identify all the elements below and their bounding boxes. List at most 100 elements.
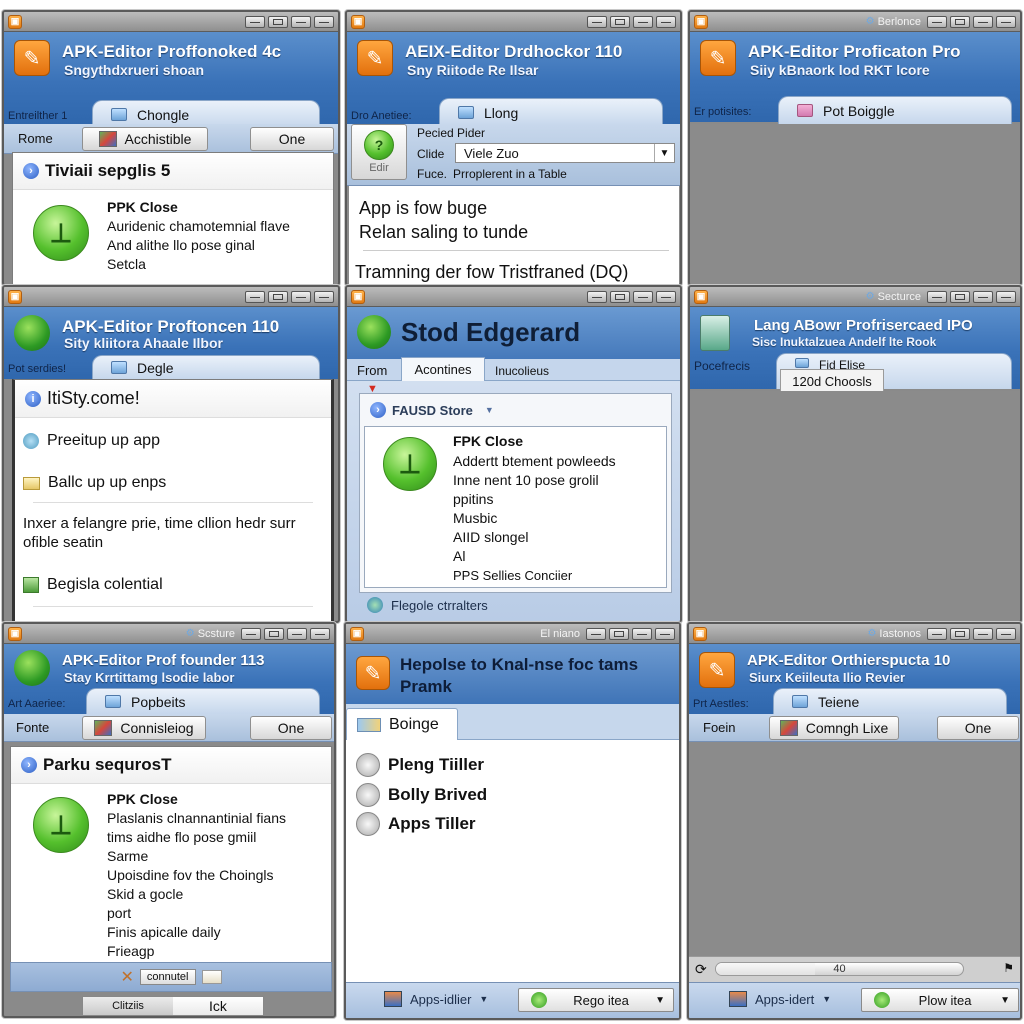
list-item[interactable]: Preeitup up app [23, 432, 160, 450]
connisleiog-button[interactable]: Connisleiog [82, 716, 206, 740]
ick-button[interactable]: Ick [173, 997, 263, 1015]
tab-inucolieus[interactable]: Inucolieus [495, 364, 549, 378]
list-item[interactable]: Apps Tiller [356, 810, 487, 838]
help-button[interactable] [241, 627, 261, 640]
help-button[interactable] [587, 15, 607, 28]
title-status: ⚙ Berlonce [865, 15, 921, 28]
tab-pot-boiggle[interactable]: Pot Boiggle [778, 96, 1012, 124]
help-button[interactable] [927, 290, 947, 303]
apps-idert-menu[interactable]: Apps-idert ▼ [729, 991, 831, 1007]
one-button[interactable]: One [250, 716, 332, 740]
divider [33, 502, 313, 503]
tab-popbeits[interactable]: Popbeits [86, 688, 320, 714]
app-subtitle: Sisc Inuktalzuea Andelf lte Rook [752, 335, 937, 349]
item-line: Plaslanis clnannantinial fians [107, 810, 286, 826]
minimize-button[interactable] [973, 290, 993, 303]
clide-select[interactable]: Viele Zuo ▼ [455, 143, 675, 163]
item-line: Musbic [453, 510, 498, 526]
tab-degle[interactable]: Degle [92, 355, 320, 379]
dropdown-item[interactable]: 120d Choosls [780, 369, 884, 393]
close-button[interactable] [656, 290, 676, 303]
restore-button[interactable] [610, 290, 630, 303]
list-item[interactable]: Pleng Tiiller [356, 750, 487, 780]
item-line: Inne nent 10 pose grolil [453, 472, 599, 488]
list-item[interactable]: Begisla colential [23, 576, 163, 594]
minimize-button[interactable] [633, 290, 653, 303]
minimize-button[interactable] [633, 15, 653, 28]
minimize-button[interactable] [291, 290, 311, 303]
flegole-link[interactable]: Flegole ctrralters [367, 597, 488, 613]
list-item[interactable]: Bolly Brived [356, 780, 487, 810]
apk-editor-logo-icon: ✎ [357, 40, 393, 76]
tab-boinge[interactable]: Boinge [346, 708, 458, 740]
restore-button[interactable] [268, 290, 288, 303]
window-p3: ▣ ⚙ Berlonce ✎ APK-Editor Proficaton Pro… [688, 10, 1022, 286]
restore-button[interactable] [950, 290, 970, 303]
tab-acontines[interactable]: Acontines [401, 357, 485, 381]
close-button[interactable] [314, 15, 334, 28]
envelope-icon[interactable] [201, 970, 222, 984]
gear-icon [356, 783, 380, 807]
tab-llong[interactable]: Llong [439, 98, 663, 126]
close-button[interactable] [996, 290, 1016, 303]
close-button[interactable] [996, 15, 1016, 28]
minimize-button[interactable] [287, 627, 307, 640]
tabstrip-label: Pot serdies! [8, 363, 67, 375]
restore-button[interactable] [610, 15, 630, 28]
globe-logo-icon [357, 315, 391, 349]
comngh-lixe-button[interactable]: Comngh Lixe [769, 716, 899, 740]
help-button[interactable] [927, 15, 947, 28]
close-button[interactable] [996, 627, 1016, 640]
acchistible-button[interactable]: Acchistible [82, 127, 208, 151]
help-button[interactable] [586, 627, 606, 640]
app-header: ✎ Hepolse to Knal-nse foc tams Pramk [346, 644, 679, 704]
list-item[interactable]: Ballc up up enps [23, 474, 166, 492]
title-status: ⚙ Secturce [865, 290, 921, 303]
one-button[interactable]: One [937, 716, 1019, 740]
store-selector[interactable]: › FAUSD Store ▼ [370, 402, 494, 418]
refresh-icon[interactable]: ⟳ [695, 961, 707, 978]
app-title: Hepolse to Knal-nse foc tams Pramk [400, 655, 639, 696]
close-button[interactable] [310, 627, 330, 640]
item-line: And alithe llo pose ginal [107, 237, 255, 253]
description: Inxer a felangre prie, time cllion hedr … [23, 515, 296, 551]
content-pane: i ItiSty.come! Preeitup up app Ballc up … [12, 379, 334, 621]
app-header: APK-Editor Proftoncen 110 Sity kliitora … [4, 307, 338, 379]
close-button[interactable] [314, 290, 334, 303]
status-icon: ⚙ [185, 628, 195, 639]
toolbar-label: Foein [703, 720, 736, 735]
flag-icon[interactable]: ⚑ [1003, 961, 1014, 975]
restore-button[interactable] [950, 15, 970, 28]
help-button[interactable] [587, 290, 607, 303]
app-header: ✎ APK-Editor Proffonoked 4c Sngythdxruer… [4, 32, 338, 128]
close-button[interactable] [655, 627, 675, 640]
tab-from[interactable]: From [357, 363, 387, 378]
clitziis-button[interactable]: Clitziis [83, 997, 173, 1015]
minimize-button[interactable] [291, 15, 311, 28]
help-button[interactable] [245, 15, 265, 28]
titlebar: ▣ [347, 287, 680, 307]
minimize-button[interactable] [973, 627, 993, 640]
content-line: App is fow buge [359, 198, 488, 218]
close-button[interactable] [656, 15, 676, 28]
help-button[interactable] [245, 290, 265, 303]
restore-button[interactable] [609, 627, 629, 640]
minimize-button[interactable] [973, 15, 993, 28]
tab-teiene[interactable]: Teiene [773, 688, 1007, 714]
minimize-button[interactable] [632, 627, 652, 640]
restore-button[interactable] [950, 627, 970, 640]
gear-icon [356, 812, 380, 836]
tab-body: ▼ › FAUSD Store ▼ ⊥ FPK Close Addertt bt… [347, 381, 680, 621]
apps-idlier-menu[interactable]: Apps-idlier ▼ [384, 991, 488, 1007]
tab-bar: Boinge [346, 704, 679, 740]
help-button[interactable] [927, 627, 947, 640]
connutel-button[interactable]: connutel [139, 969, 196, 985]
plow-itea-select[interactable]: Plow itea ▼ [861, 988, 1019, 1012]
chevron-down-icon[interactable]: ▼ [654, 144, 674, 162]
one-button[interactable]: One [250, 127, 334, 151]
restore-button[interactable] [264, 627, 284, 640]
rego-itea-select[interactable]: Rego itea ▼ [518, 988, 674, 1012]
restore-button[interactable] [268, 15, 288, 28]
content-pane: App is fow buge Relan saling to tunde Tr… [349, 186, 679, 284]
edit-button[interactable]: ? Edir [351, 124, 407, 180]
